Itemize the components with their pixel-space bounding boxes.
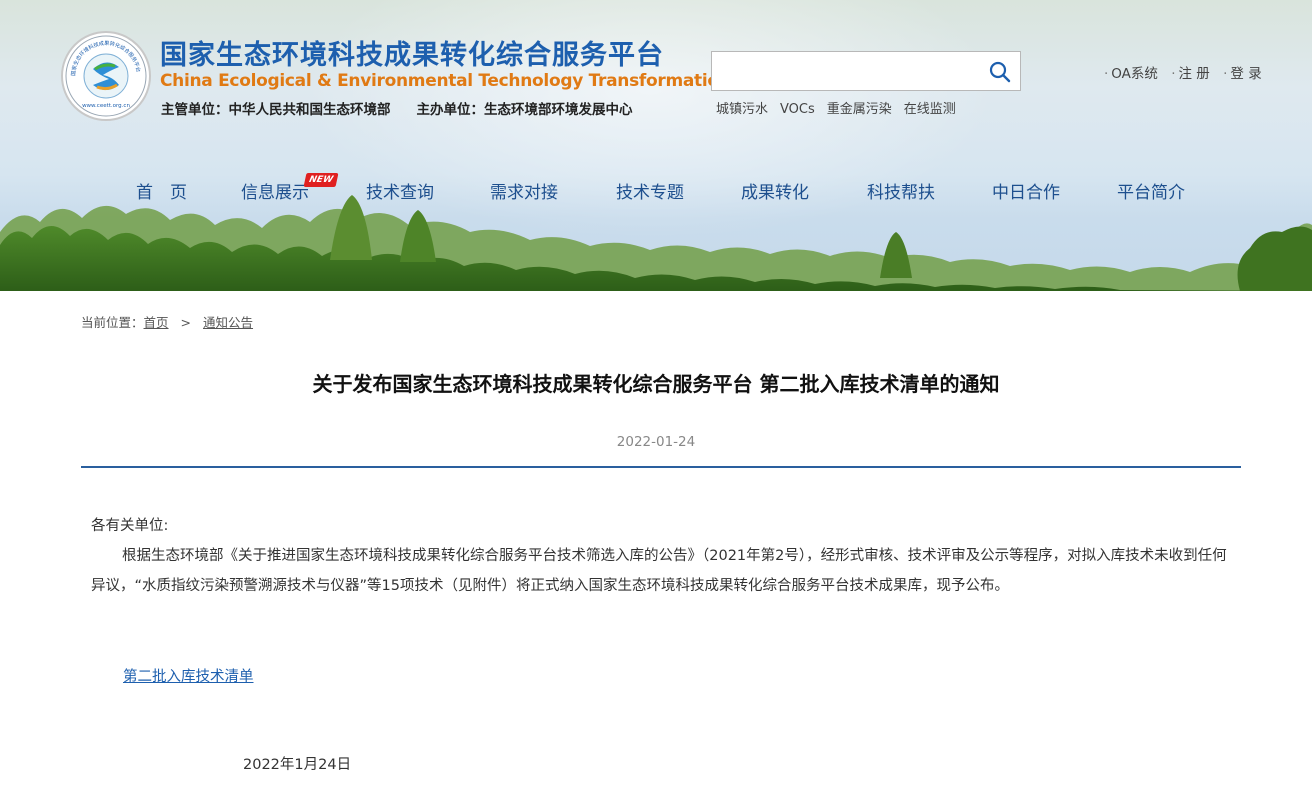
- login-link[interactable]: 登 录: [1230, 66, 1261, 82]
- article-salutation: 各有关单位:: [91, 518, 169, 534]
- supervisor-text: 主管单位：中华人民共和国生态环境部: [161, 102, 391, 118]
- logo-url-text: www.ceett.org.cn: [82, 103, 130, 109]
- hot-word-link[interactable]: 重金属污染: [827, 102, 892, 117]
- nav-item-about[interactable]: 平台简介: [1117, 178, 1185, 203]
- breadcrumb-home-link[interactable]: 首页: [144, 315, 169, 330]
- article-paragraph: 根据生态环境部《关于推进国家生态环境科技成果转化综合服务平台技术筛选入库的公告》…: [91, 548, 1227, 594]
- article-body: 各有关单位: 根据生态环境部《关于推进国家生态环境科技成果转化综合服务平台技术筛…: [91, 511, 1231, 601]
- hot-word-link[interactable]: 在线监测: [904, 102, 956, 117]
- breadcrumb-label: 当前位置：: [81, 315, 144, 330]
- breadcrumb-notice-link[interactable]: 通知公告: [203, 315, 253, 330]
- logo-emblem-icon: 国家生态环境科技成果转化综合服务平台 www.ceett.org.cn: [65, 35, 147, 117]
- site-organizers: 主管单位：中华人民共和国生态环境部 主办单位：生态环境部环境发展中心: [161, 98, 633, 118]
- breadcrumb-separator: >: [180, 315, 192, 330]
- main-nav: 首 页 信息展示 技术查询 需求对接 技术专题 成果转化 科技帮扶 中日合作 平…: [0, 178, 1312, 208]
- oa-system-link[interactable]: OA系统: [1111, 66, 1158, 82]
- search-input[interactable]: [712, 52, 982, 90]
- organizer-text: 主办单位：生态环境部环境发展中心: [416, 102, 633, 118]
- nav-item-support[interactable]: 科技帮扶: [867, 178, 935, 203]
- hot-search-words: 城镇污水 VOCs 重金属污染 在线监测: [716, 98, 968, 117]
- title-divider: [81, 466, 1241, 468]
- nav-item-transformation[interactable]: 成果转化: [741, 178, 809, 203]
- search-icon[interactable]: [988, 60, 1012, 84]
- site-logo[interactable]: 国家生态环境科技成果转化综合服务平台 www.ceett.org.cn: [61, 31, 151, 121]
- nav-item-info[interactable]: 信息展示: [241, 178, 309, 203]
- nav-item-tech-query[interactable]: 技术查询: [366, 178, 434, 203]
- article-date: 2022-01-24: [616, 434, 696, 450]
- article-title: 关于发布国家生态环境科技成果转化综合服务平台 第二批入库技术清单的通知: [312, 372, 1000, 396]
- new-badge: NEW: [303, 173, 339, 187]
- site-title-chinese: 国家生态环境科技成果转化综合服务平台: [160, 40, 664, 71]
- hot-word-link[interactable]: 城镇污水: [716, 102, 768, 117]
- nav-item-demand[interactable]: 需求对接: [490, 178, 558, 203]
- register-link[interactable]: 注 册: [1179, 66, 1210, 82]
- search-box: [711, 51, 1021, 91]
- attachment-link[interactable]: 第二批入库技术清单: [123, 665, 254, 686]
- top-links: · OA系统 · 注 册 · 登 录: [1104, 66, 1262, 82]
- nav-item-home[interactable]: 首 页: [136, 178, 187, 203]
- article-sign-date: 2022年1月24日: [243, 757, 352, 773]
- nav-item-topics[interactable]: 技术专题: [616, 178, 684, 203]
- nav-item-china-japan[interactable]: 中日合作: [992, 178, 1060, 203]
- hot-word-link[interactable]: VOCs: [780, 102, 815, 117]
- site-title-english: China Ecological & Environmental Technol…: [160, 71, 731, 91]
- breadcrumb: 当前位置：首页 > 通知公告: [81, 312, 253, 331]
